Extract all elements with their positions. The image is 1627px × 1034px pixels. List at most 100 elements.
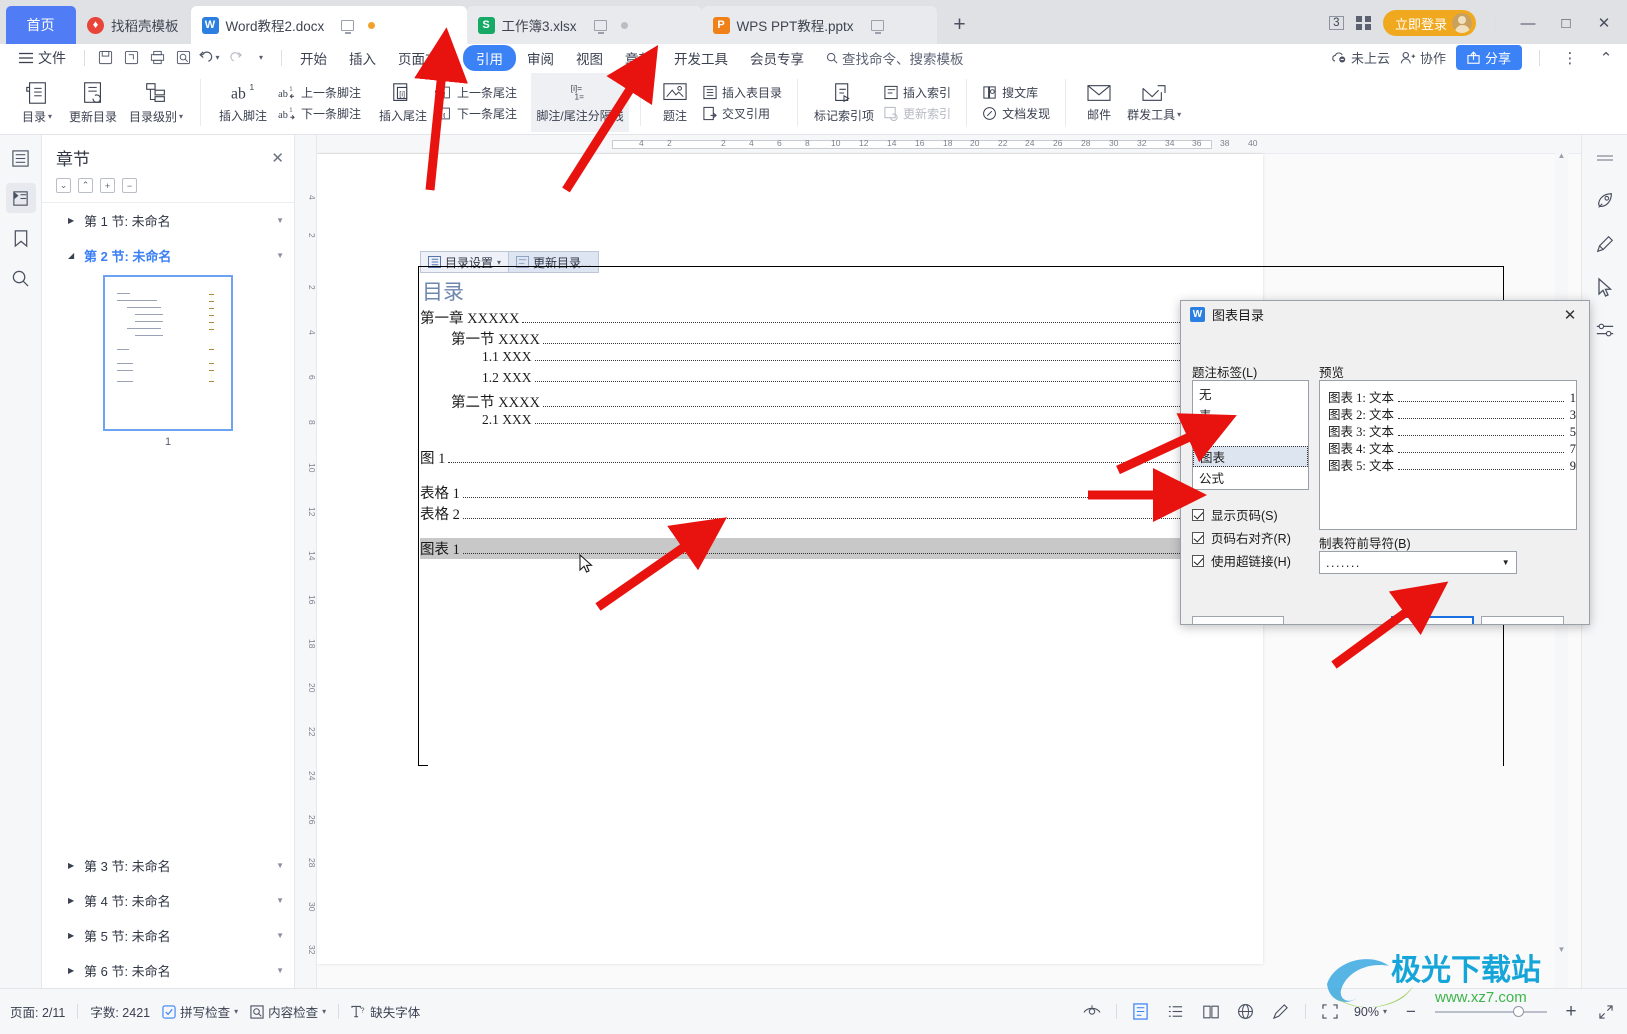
pen-icon[interactable] [1590,231,1620,257]
caption-option-figure[interactable]: 图 [1193,425,1308,446]
chevron-down-icon[interactable]: ⌄ [56,178,71,193]
chevron-down-icon[interactable]: ▼ [1497,552,1516,573]
toc-button[interactable]: 目录 ▾ [11,73,63,132]
minimize-button[interactable]: — [1515,11,1541,35]
chevron-down-icon[interactable]: ▼ [276,861,284,870]
page-view-icon[interactable] [1130,1002,1152,1022]
print-preview-icon[interactable] [170,47,196,69]
caption-label-listbox[interactable]: 无 表 图 图表 公式 [1192,380,1309,490]
document-page[interactable]: 目录设置 ▾ 更新目录... 目录 第一章 XXXXX 5 [317,154,1504,964]
drag-handle-icon[interactable] [1590,145,1620,171]
next-endnote-button[interactable]: [i] 下一条尾注 [431,104,521,123]
use-hyperlinks-checkbox[interactable]: 使用超链接(H) [1192,551,1291,570]
prev-footnote-button[interactable]: ab 1 上一条脚注 [274,83,365,102]
right-align-page-numbers-checkbox[interactable]: 页码右对齐(R) [1192,528,1291,547]
tab-excel-document[interactable]: S 工作簿3.xlsx [466,6,702,44]
spellcheck-button[interactable]: 拼写检查 ▾ [162,1002,238,1021]
undo-icon[interactable]: ▾ [196,47,222,69]
cross-reference-button[interactable]: 交叉引用 [698,104,786,123]
tab-leader-select[interactable]: ....... ▼ [1319,551,1517,574]
word-count[interactable]: 字数: 2421 [90,1002,150,1021]
tab-ppt-document[interactable]: P WPS PPT教程.pptx [701,6,937,44]
web-view-icon[interactable] [1235,1002,1257,1022]
sidebar-item-section-3[interactable]: ▶ 第 3 节: 未命名 ▼ [42,848,294,883]
sidebar-item-section-4[interactable]: ▶ 第 4 节: 未命名 ▼ [42,883,294,918]
cast-icon[interactable] [870,19,884,34]
rocket-icon[interactable] [1590,188,1620,214]
zoom-level[interactable]: 90% ▾ [1354,1005,1387,1019]
chevron-up-icon[interactable]: ⌃ [1593,46,1619,70]
cast-icon[interactable] [341,19,355,34]
menu-item-dev-tools[interactable]: 开发工具 [663,45,739,71]
zoom-in-button[interactable]: + [1560,1001,1582,1022]
menu-item-review[interactable]: 审阅 [516,45,565,71]
horizontal-ruler[interactable]: 4 2 2 4 6 8 10 12 14 16 18 20 22 24 26 2… [317,135,1627,154]
fullscreen-icon[interactable] [1319,1002,1341,1022]
eye-icon[interactable] [1081,1002,1103,1022]
footnote-separator-button[interactable]: [i]= 1= 脚注/尾注分隔线 [531,73,630,132]
chapter-icon[interactable] [5,183,36,213]
close-icon[interactable]: ✕ [271,149,284,167]
save-as-icon[interactable] [118,47,144,69]
maximize-button[interactable]: □ [1553,11,1579,35]
menu-item-member[interactable]: 会员专享 [739,45,815,71]
menu-item-start[interactable]: 开始 [289,45,338,71]
cursor-icon[interactable] [1590,274,1620,300]
tab-docer-template[interactable]: ♦ 找稻壳模板 [76,6,191,44]
prev-endnote-button[interactable]: [i] 上一条尾注 [431,83,521,102]
bookmark-icon[interactable] [6,223,36,253]
scroll-down-icon[interactable]: ▼ [1556,945,1567,956]
login-button[interactable]: 立即登录 [1382,10,1476,36]
chevron-down-icon[interactable]: ▼ [276,251,284,260]
table-of-figures-dialog[interactable]: W 图表目录 ✕ 题注标签(L) 预览 无 表 图 图表 公式 图表 1: 文本… [1180,300,1590,625]
zoom-out-button[interactable]: − [1400,1002,1422,1022]
menu-item-view[interactable]: 视图 [565,45,614,71]
window-count-badge[interactable]: 3 [1329,16,1345,30]
ok-button[interactable]: 确定 [1391,616,1474,624]
expand-icon[interactable] [1595,1002,1617,1022]
customize-icon[interactable]: ▾ [248,47,274,69]
new-tab-button[interactable]: + [945,10,975,40]
share-button[interactable]: 分享 [1455,45,1522,70]
search-icon[interactable] [6,263,36,293]
insert-footnote-button[interactable]: ab 1 插入脚注 [212,73,274,132]
caption-option-none[interactable]: 无 [1193,383,1308,404]
close-icon[interactable]: ✕ [1557,304,1583,326]
sidebar-item-section-1[interactable]: ▶ 第 1 节: 未命名 ▼ [42,203,294,238]
menu-item-insert[interactable]: 插入 [338,45,387,71]
chevron-down-icon[interactable]: ▼ [276,966,284,975]
chevron-down-icon[interactable]: ▼ [276,931,284,940]
mass-mail-tools-button[interactable]: 群发工具 ▾ [1121,73,1187,132]
collaborate-button[interactable]: 协作 [1400,48,1446,67]
scroll-up-icon[interactable]: ▲ [1556,151,1567,162]
page-thumbnail[interactable] [103,275,233,431]
search-command-box[interactable]: 查找命令、搜索模板 [815,45,975,71]
cancel-button[interactable]: 取消 [1481,616,1564,624]
sliders-icon[interactable] [1590,317,1620,343]
next-footnote-button[interactable]: ab 1 下一条脚注 [274,104,365,123]
insert-endnote-button[interactable]: [i] 插入尾注 [375,73,431,132]
edit-icon[interactable] [1270,1002,1292,1022]
missing-font-button[interactable]: ? 缺失字体 [351,1002,420,1021]
page-indicator[interactable]: 页面: 2/11 [10,1002,65,1021]
zoom-slider-knob[interactable] [1513,1005,1524,1017]
cloud-status[interactable]: 未上云 [1331,48,1390,67]
update-index-button[interactable]: 更新索引 [879,104,955,123]
close-window-button[interactable]: ✕ [1591,11,1617,35]
redo-icon[interactable] [222,47,248,69]
outline-icon[interactable] [6,143,36,173]
options-button[interactable]: 选项(O)... [1192,616,1284,624]
chevron-up-icon[interactable]: ⌃ [78,178,93,193]
file-menu-button[interactable]: 文件 [8,45,77,71]
zoom-slider[interactable] [1435,1005,1547,1017]
mail-button[interactable]: 邮件 [1077,73,1121,132]
minus-icon[interactable]: − [122,178,137,193]
sidebar-item-section-5[interactable]: ▶ 第 5 节: 未命名 ▼ [42,918,294,953]
outline-view-icon[interactable] [1165,1002,1187,1022]
insert-table-of-figures-button[interactable]: 插入表目录 [698,83,786,102]
contentcheck-button[interactable]: 内容检查 ▾ [250,1002,326,1021]
toc-settings-button[interactable]: 目录设置 ▾ [421,252,508,272]
tab-home[interactable]: 首页 [6,6,76,44]
caption-option-equation[interactable]: 公式 [1193,467,1308,488]
more-vertical-icon[interactable]: ⋮ [1557,46,1583,70]
